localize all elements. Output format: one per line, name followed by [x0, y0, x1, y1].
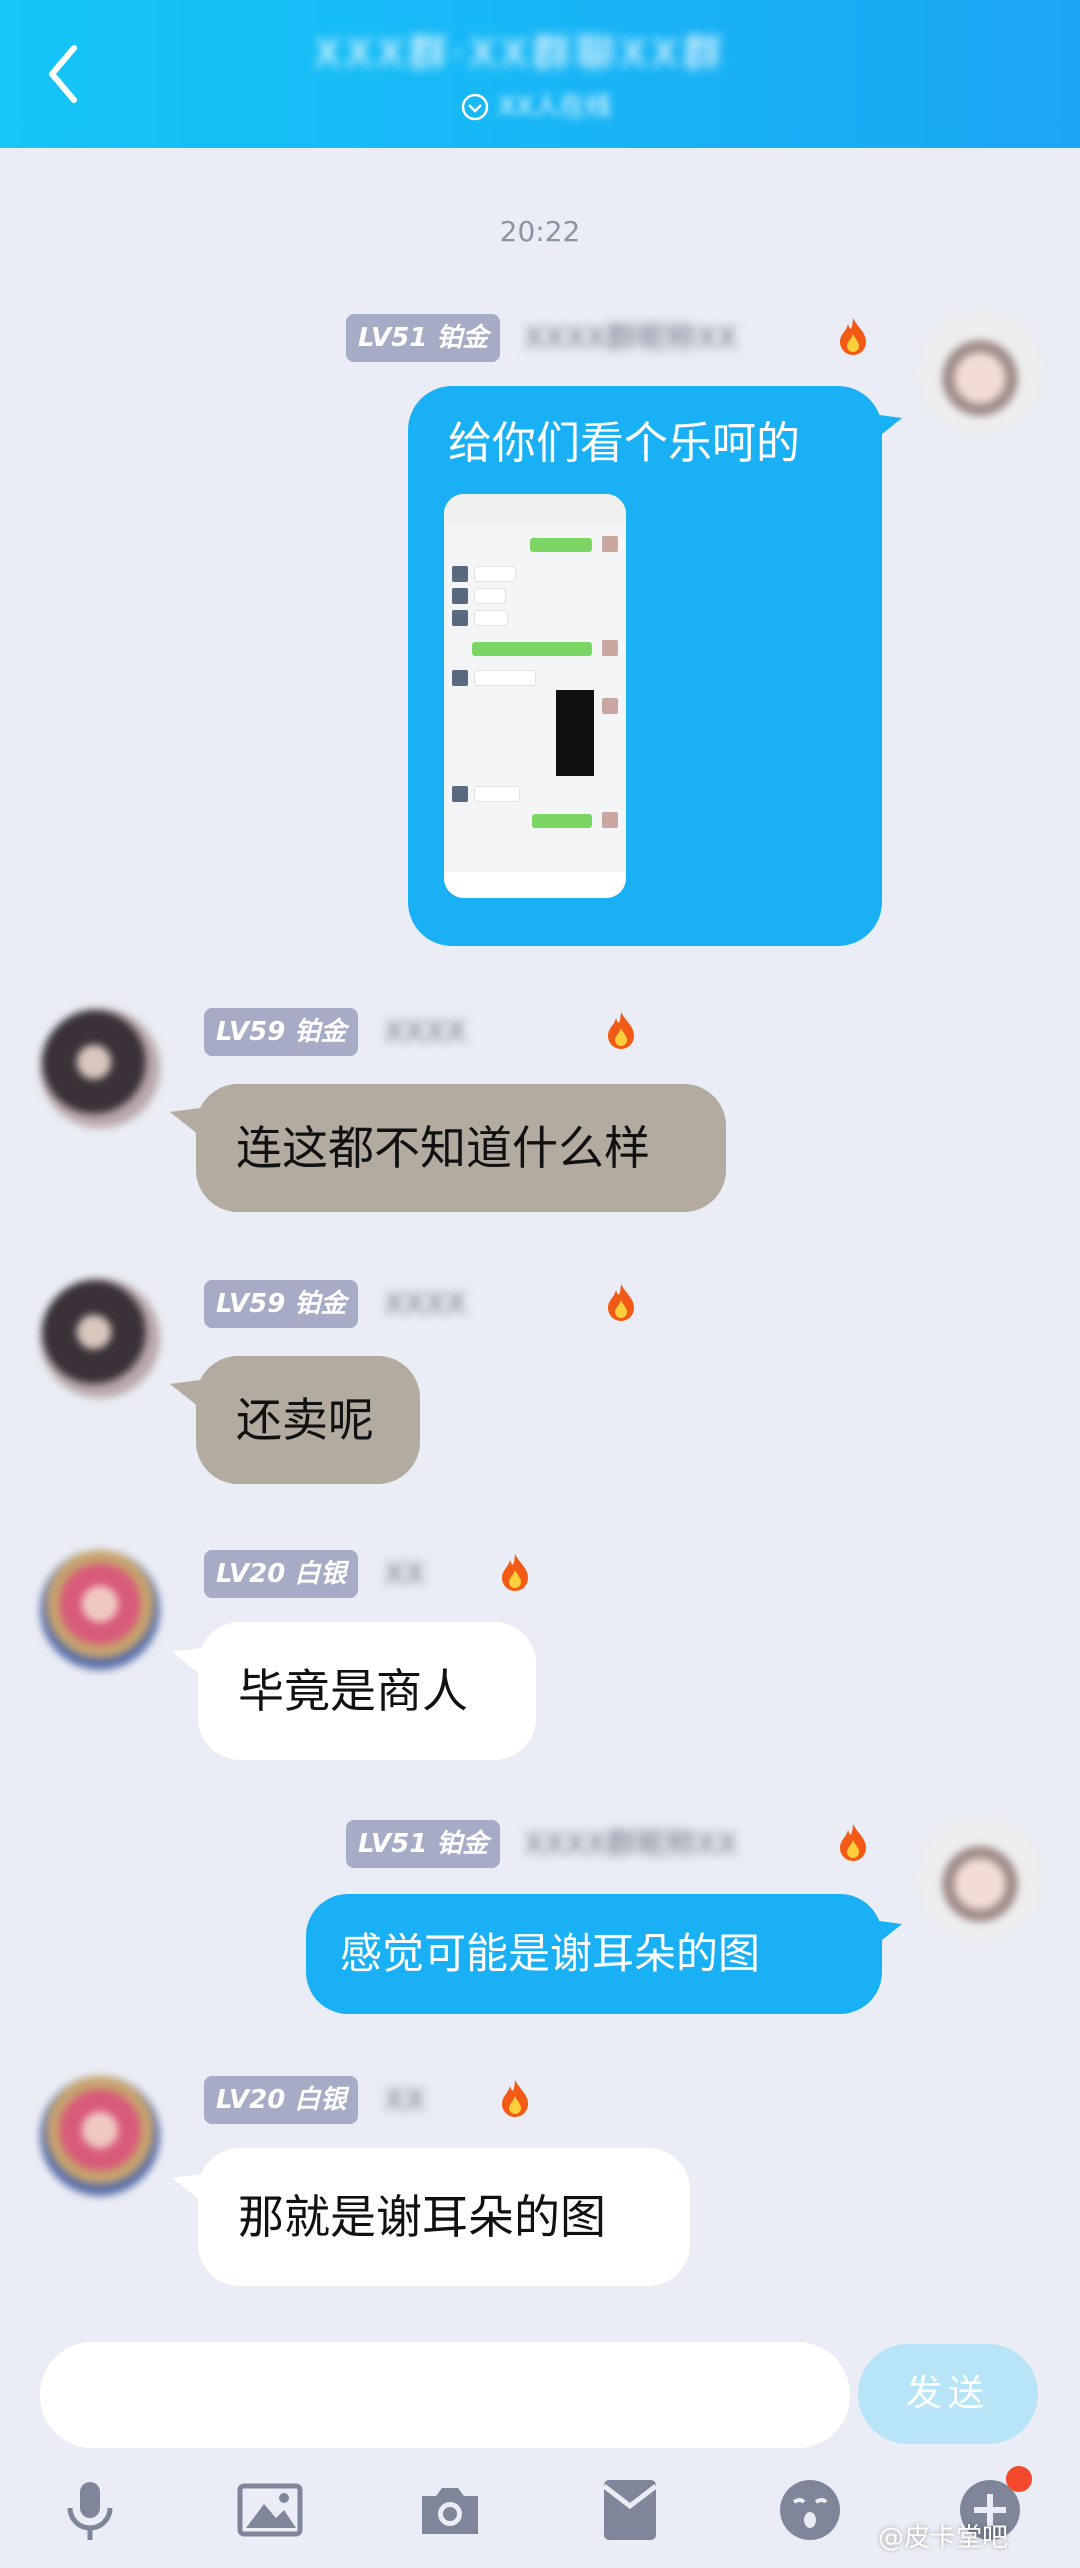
- chevron-down-circle-icon[interactable]: [460, 92, 490, 122]
- redpacket-icon[interactable]: [594, 2474, 666, 2546]
- screenshot-thumbnail[interactable]: [444, 494, 626, 898]
- fire-icon: [502, 2080, 528, 2117]
- level-badge: LV20 白银: [204, 2076, 359, 2124]
- fire-icon: [840, 318, 866, 355]
- chat-subtitle[interactable]: XX人在线: [498, 90, 638, 124]
- bubble-tail: [170, 1108, 200, 1136]
- avatar[interactable]: [920, 1818, 1040, 1938]
- bubble-tail: [872, 1920, 902, 1948]
- level-badge: LV20 白银: [204, 1550, 359, 1598]
- message-text: 给你们看个乐呵的: [448, 418, 800, 469]
- message-timestamp: 20:22: [499, 215, 581, 248]
- message-bubble[interactable]: 那就是谢耳朵的图: [198, 2148, 690, 2286]
- message-bubble[interactable]: 还卖呢: [196, 1356, 420, 1484]
- nickname[interactable]: XXXX: [384, 1016, 466, 1050]
- fire-icon: [502, 1554, 528, 1591]
- nickname[interactable]: XXXX群昵称XX: [524, 322, 737, 356]
- bubble-tail: [172, 2174, 202, 2202]
- avatar[interactable]: [40, 1278, 160, 1398]
- avatar[interactable]: [920, 312, 1040, 432]
- notification-dot: [1006, 2466, 1032, 2492]
- back-arrow-icon[interactable]: [34, 36, 94, 112]
- avatar[interactable]: [40, 1008, 160, 1128]
- message-bubble[interactable]: 感觉可能是谢耳朵的图: [306, 1894, 882, 2014]
- level-badge: LV51 铂金: [346, 1820, 501, 1868]
- watermark: @皮卡堂吧: [878, 2523, 1009, 2553]
- message-text: 毕竟是商人: [238, 1664, 468, 1718]
- message-bubble[interactable]: 毕竟是商人: [198, 1622, 536, 1760]
- nickname[interactable]: XX: [384, 1558, 425, 1592]
- image-icon[interactable]: [234, 2474, 306, 2546]
- fire-icon: [608, 1284, 634, 1321]
- message-input[interactable]: [40, 2342, 850, 2448]
- level-badge: LV59 铂金: [204, 1008, 359, 1056]
- mic-icon[interactable]: [54, 2474, 126, 2546]
- bubble-tail: [172, 1648, 202, 1676]
- title-bar: XXX群·XX群聊XX群 XX人在线: [0, 0, 1080, 148]
- emoji-icon[interactable]: [774, 2474, 846, 2546]
- avatar[interactable]: [40, 1550, 160, 1670]
- fire-icon: [608, 1012, 634, 1049]
- message-text: 感觉可能是谢耳朵的图: [340, 1929, 761, 1978]
- message-text: 连这都不知道什么样: [236, 1121, 650, 1175]
- message-text: 那就是谢耳朵的图: [238, 2190, 606, 2244]
- nickname[interactable]: XX: [384, 2084, 425, 2118]
- bubble-tail: [872, 414, 902, 442]
- level-badge: LV51 铂金: [346, 314, 501, 362]
- avatar[interactable]: [40, 2076, 160, 2196]
- message-bubble[interactable]: 连这都不知道什么样: [196, 1084, 726, 1212]
- fire-icon: [840, 1824, 866, 1861]
- bubble-tail: [170, 1380, 200, 1408]
- send-button[interactable]: 发送: [858, 2344, 1038, 2444]
- message-text: 还卖呢: [236, 1393, 374, 1447]
- camera-icon[interactable]: [414, 2474, 486, 2546]
- chat-title[interactable]: XXX群·XX群聊XX群: [180, 28, 860, 80]
- nickname[interactable]: XXXX群昵称XX: [524, 1828, 737, 1862]
- nickname[interactable]: XXXX: [384, 1288, 466, 1322]
- level-badge: LV59 铂金: [204, 1280, 359, 1328]
